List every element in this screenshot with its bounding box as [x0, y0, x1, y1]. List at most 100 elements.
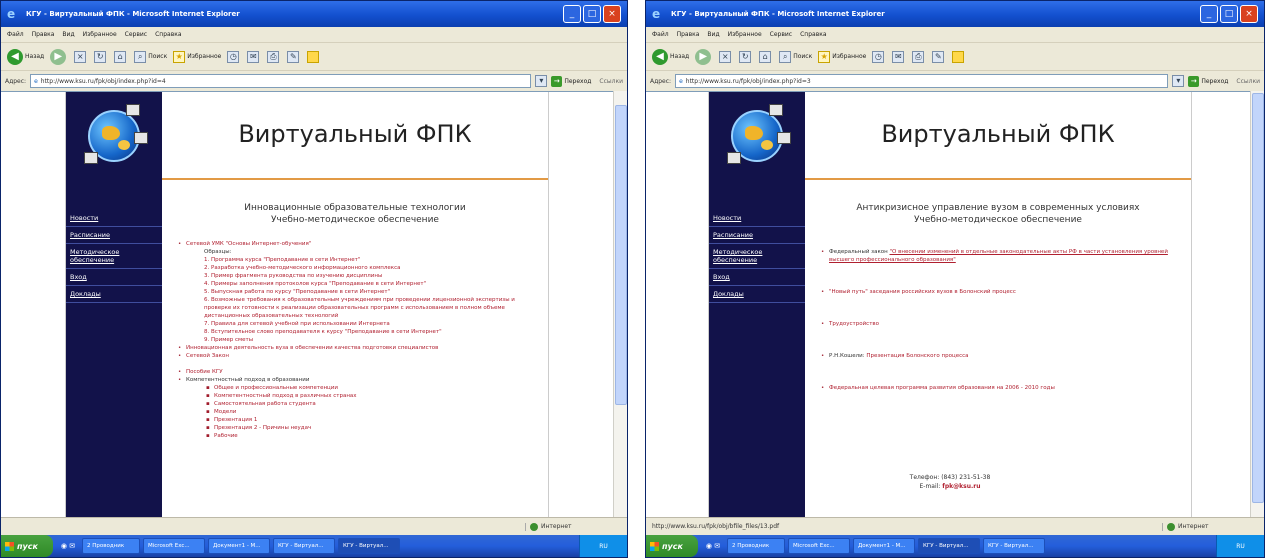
edit-button[interactable]: ✎ — [287, 50, 301, 63]
links-label[interactable]: Ссылки — [599, 78, 623, 85]
stop-button[interactable]: × — [74, 50, 88, 63]
menu-item[interactable]: Сервис — [770, 31, 792, 38]
menu-item[interactable]: Справка — [155, 31, 181, 38]
refresh-button[interactable]: ↻ — [94, 50, 108, 63]
menu-item[interactable]: Справка — [800, 31, 826, 38]
menu-item[interactable]: Файл — [652, 31, 669, 38]
links-label[interactable]: Ссылки — [1236, 78, 1260, 85]
material-link[interactable]: Компетентностный подход в различных стра… — [214, 393, 357, 399]
material-link[interactable]: "Новый путь" заседания российских вузов … — [829, 289, 1016, 295]
scrollbar-thumb[interactable] — [615, 105, 627, 405]
history-button[interactable]: ◷ — [227, 50, 241, 63]
vertical-scrollbar[interactable] — [613, 91, 627, 517]
search-button[interactable]: ⌕ Поиск — [134, 50, 167, 63]
material-link[interactable]: 8. Вступительное слово преподавателя к к… — [204, 329, 442, 335]
address-input[interactable]: e http://www.ksu.ru/fpk/obj/index.php?id=… — [30, 74, 532, 88]
go-button[interactable]: → Переход — [1188, 75, 1228, 87]
vertical-scrollbar[interactable] — [1250, 91, 1264, 517]
nav-item[interactable]: Новости — [66, 210, 162, 227]
nav-item[interactable]: Доклады — [709, 286, 805, 303]
quick-launch[interactable]: ◉ ✉ — [702, 539, 724, 553]
material-link[interactable]: 5. Выпускная работа по курсу "Преподаван… — [204, 289, 390, 295]
close-button[interactable]: × — [1240, 5, 1258, 23]
nav-item[interactable]: Доклады — [66, 286, 162, 303]
nav-item[interactable]: Расписание — [66, 227, 162, 244]
start-button[interactable]: пуск — [1, 535, 53, 557]
menu-item[interactable]: Избранное — [83, 31, 117, 38]
address-input[interactable]: e http://www.ksu.ru/fpk/obj/index.php?id=… — [675, 74, 1169, 88]
material-link[interactable]: Федеральная целевая программа развития о… — [829, 385, 1055, 391]
material-link[interactable]: Рабочие — [214, 433, 238, 439]
material-link[interactable]: 1. Программа курса "Преподавание в сети … — [204, 257, 360, 263]
close-button[interactable]: × — [603, 5, 621, 23]
maximize-button[interactable]: □ — [1220, 5, 1238, 23]
material-link[interactable]: 6. Возможные требования к образовательны… — [204, 297, 515, 319]
language-indicator[interactable]: RU — [1236, 543, 1245, 550]
nav-item[interactable]: Вход — [709, 269, 805, 286]
material-link[interactable]: Пособие КГУ — [186, 369, 223, 375]
taskbar-button[interactable]: Microsoft Exc... — [788, 538, 850, 554]
menu-item[interactable]: Правка — [32, 31, 55, 38]
taskbar-button[interactable]: Microsoft Exc... — [143, 538, 205, 554]
home-button[interactable]: ⌂ — [114, 50, 128, 63]
folder-button[interactable] — [952, 50, 966, 63]
material-link[interactable]: Общее и профессиональные компетенции — [214, 385, 338, 391]
maximize-button[interactable]: □ — [583, 5, 601, 23]
contact-email-link[interactable]: fpk@ksu.ru — [942, 483, 980, 490]
material-link[interactable]: Презентация Болонского процесса — [866, 353, 968, 359]
title-bar[interactable]: e КГУ - Виртуальный ФПК - Microsoft Inter… — [1, 1, 627, 27]
minimize-button[interactable]: _ — [1200, 5, 1218, 23]
stop-button[interactable]: × — [719, 50, 733, 63]
address-dropdown-icon[interactable]: ▾ — [1172, 75, 1185, 87]
start-button[interactable]: пуск — [646, 535, 698, 557]
material-link[interactable]: 4. Примеры заполнения протоколов курса "… — [204, 281, 426, 287]
history-button[interactable]: ◷ — [872, 50, 886, 63]
material-link[interactable]: 2. Разработка учебно-методического инфор… — [204, 265, 400, 271]
menu-item[interactable]: Вид — [707, 31, 719, 38]
back-button[interactable]: ◀ Назад — [7, 48, 44, 65]
material-link[interactable]: Сетевой Закон — [186, 353, 229, 359]
nav-item[interactable]: Вход — [66, 269, 162, 286]
language-indicator[interactable]: RU — [599, 543, 608, 550]
material-link[interactable]: Презентация 1 — [214, 417, 257, 423]
favorites-button[interactable]: ★ Избранное — [818, 50, 866, 63]
mail-button[interactable]: ✉ — [892, 50, 906, 63]
material-link[interactable]: Сетевой УМК "Основы Интернет-обучения" — [186, 241, 311, 247]
favorites-button[interactable]: ★ Избранное — [173, 50, 221, 63]
taskbar-button[interactable]: 2 Проводник — [82, 538, 140, 554]
taskbar-button[interactable]: 2 Проводник — [727, 538, 785, 554]
nav-item[interactable]: Расписание — [709, 227, 805, 244]
material-link[interactable]: 7. Правила для сетевой учебной при испол… — [204, 321, 390, 327]
nav-item[interactable]: Методическое обеспечение — [66, 244, 162, 269]
menu-item[interactable]: Правка — [677, 31, 700, 38]
taskbar-button[interactable]: КГУ - Виртуал... — [338, 538, 400, 554]
taskbar-button[interactable]: КГУ - Виртуал... — [918, 538, 980, 554]
forward-button[interactable]: ▶ — [50, 48, 68, 65]
menu-item[interactable]: Файл — [7, 31, 24, 38]
material-link[interactable]: Презентация 2 - Причины неудач — [214, 425, 311, 431]
refresh-button[interactable]: ↻ — [739, 50, 753, 63]
menu-item[interactable]: Избранное — [728, 31, 762, 38]
taskbar-button[interactable]: КГУ - Виртуал... — [983, 538, 1045, 554]
nav-item[interactable]: Новости — [709, 210, 805, 227]
scrollbar-thumb[interactable] — [1252, 93, 1264, 503]
edit-button[interactable]: ✎ — [932, 50, 946, 63]
minimize-button[interactable]: _ — [563, 5, 581, 23]
print-button[interactable]: ⎙ — [912, 50, 926, 63]
menu-item[interactable]: Сервис — [125, 31, 147, 38]
taskbar-button[interactable]: Документ1 - М... — [208, 538, 270, 554]
home-button[interactable]: ⌂ — [759, 50, 773, 63]
material-link[interactable]: Трудоустройство — [829, 321, 879, 327]
forward-button[interactable]: ▶ — [695, 48, 713, 65]
title-bar[interactable]: e КГУ - Виртуальный ФПК - Microsoft Inter… — [646, 1, 1264, 27]
back-button[interactable]: ◀ Назад — [652, 48, 689, 65]
material-link[interactable]: 9. Пример сметы — [204, 337, 253, 343]
taskbar-button[interactable]: КГУ - Виртуал... — [273, 538, 335, 554]
taskbar-button[interactable]: Документ1 - М... — [853, 538, 915, 554]
print-button[interactable]: ⎙ — [267, 50, 281, 63]
quick-launch[interactable]: ◉ ✉ — [57, 539, 79, 553]
go-button[interactable]: → Переход — [551, 75, 591, 87]
menu-item[interactable]: Вид — [62, 31, 74, 38]
material-link[interactable]: 3. Пример фрагмента руководства по изуче… — [204, 273, 382, 279]
nav-item[interactable]: Методическое обеспечение — [709, 244, 805, 269]
